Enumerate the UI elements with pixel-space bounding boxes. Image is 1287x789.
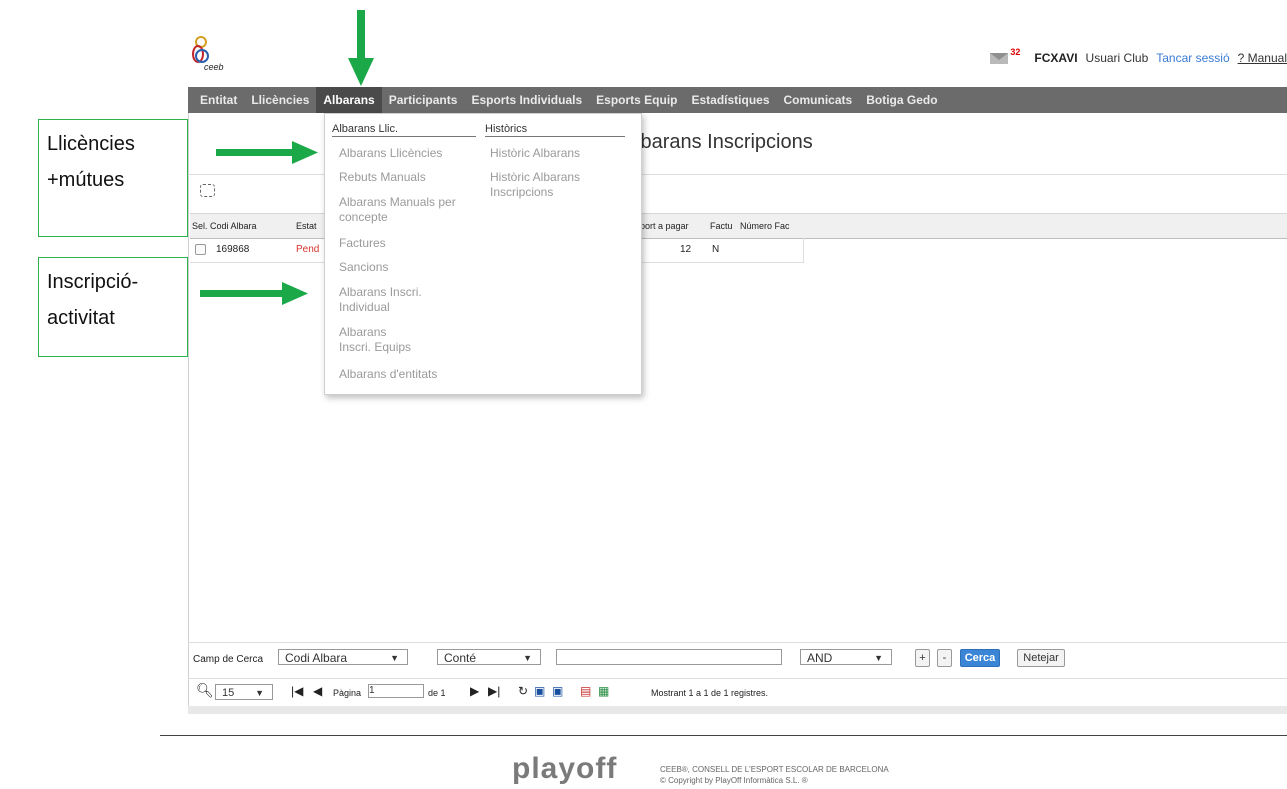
mail-count-badge: 32 (1010, 47, 1021, 57)
menu-item-albarans-llicencies[interactable]: Albarans Llicències (339, 146, 442, 161)
nav-item-esports-individuals[interactable]: Esports Individuals (464, 87, 589, 113)
next-page-icon[interactable]: ▶ (470, 684, 479, 698)
page-size-value: 15 (222, 687, 235, 699)
col-codi-albara[interactable]: Codi Albara (210, 214, 257, 238)
chevron-down-icon: ▼ (390, 653, 399, 663)
refresh-icon[interactable]: ↻ (518, 684, 528, 698)
menu-item-factures[interactable]: Factures (339, 236, 386, 251)
main-nav: Entitat Llicències Albarans Participants… (188, 87, 1287, 113)
annotation-arrow-down (348, 10, 374, 86)
row-checkbox[interactable] (195, 244, 206, 255)
save-icon[interactable]: ▣ (534, 684, 545, 698)
search-operator-select[interactable]: Conté ▼ (437, 649, 541, 665)
user-header: 32 FCXAVI Usuari Club Tancar sessió ? Ma… (990, 47, 1287, 66)
save-as-icon[interactable]: ▣ (552, 684, 563, 698)
playoff-logo: playoff (512, 752, 618, 785)
chevron-down-icon: ▼ (523, 653, 532, 663)
user-role: Usuari Club (1085, 51, 1149, 65)
user-code: FCXAVI (1034, 51, 1078, 65)
search-input[interactable] (556, 649, 782, 665)
mail-icon[interactable] (990, 52, 1009, 64)
nav-item-botiga-gedo[interactable]: Botiga Gedo (859, 87, 944, 113)
chevron-down-icon: ▼ (874, 653, 883, 663)
pdf-icon[interactable]: ▤ (580, 684, 591, 698)
search-operator-value: Conté (444, 651, 477, 665)
ceeb-logo[interactable]: ceeb (188, 34, 238, 74)
menu-item-albarans-inscri-equips[interactable]: Albarans Inscri. Equips (339, 325, 419, 355)
menu-header-albarans-llic: Albarans Llic. (332, 123, 476, 137)
footer-divider (160, 735, 1287, 736)
search-icon[interactable]: 🔍︎ (196, 682, 214, 699)
menu-item-historic-albarans[interactable]: Històric Albarans (490, 146, 580, 161)
page-label: Pàgina (333, 688, 362, 698)
col-import[interactable]: port a pagar (640, 214, 689, 238)
nav-item-llicencies[interactable]: Llicències (244, 87, 316, 113)
search-label: Camp de Cerca (193, 654, 264, 665)
manual-link[interactable]: ? Manual (1238, 51, 1287, 65)
remove-condition-button[interactable]: - (937, 649, 952, 667)
search-field-value: Codi Albara (285, 651, 348, 665)
search-logic-value: AND (807, 651, 833, 665)
excel-icon[interactable]: ▦ (598, 684, 609, 698)
select-icon[interactable] (200, 184, 215, 197)
page-number-input[interactable]: 1 (368, 684, 424, 698)
prev-page-icon[interactable]: ◀ (313, 684, 322, 698)
nav-item-entitat[interactable]: Entitat (188, 87, 244, 113)
nav-item-participants[interactable]: Participants (382, 87, 465, 113)
cell-codi: 169868 (216, 244, 250, 255)
col-factu[interactable]: Factu (710, 214, 733, 238)
albarans-dropdown-menu: Albarans Llic. Albarans Llicències Rebut… (324, 113, 642, 395)
nav-item-albarans[interactable]: Albarans (316, 87, 382, 113)
menu-item-sancions[interactable]: Sancions (339, 260, 388, 275)
menu-item-albarans-inscri-individual[interactable]: Albarans Inscri. Individual (339, 285, 439, 315)
clear-button[interactable]: Netejar (1017, 649, 1065, 667)
add-condition-button[interactable]: + (915, 649, 930, 667)
nav-item-estadistiques[interactable]: Estadístiques (684, 87, 776, 113)
pager: 🔍︎ 15 ▼ |◀ ◀ Pàgina 1 de 1 ▶ ▶| ↻ ▣ ▣ ▤ ▦… (188, 678, 1287, 708)
annotation-box-inscripcio: Inscripció-activitat (38, 257, 188, 357)
page-number-value: 1 (369, 685, 375, 696)
annotation-arrow-right-2 (200, 282, 308, 305)
cell-estat: Pend (296, 244, 320, 255)
col-numero-fac[interactable]: Número Fac (740, 214, 790, 238)
menu-item-albarans-manuals-concepte[interactable]: Albarans Manuals per concepte (339, 195, 479, 225)
records-status: Mostrant 1 a 1 de 1 registres. (651, 688, 769, 698)
logout-link[interactable]: Tancar sessió (1156, 51, 1229, 65)
menu-header-historics: Històrics (485, 123, 625, 137)
nav-item-comunicats[interactable]: Comunicats (777, 87, 860, 113)
footer-line2[interactable]: © Copyright by PlayOff Informàtica S.L. … (660, 776, 808, 785)
cell-factu: N (712, 244, 720, 255)
first-page-icon[interactable]: |◀ (291, 684, 303, 698)
cell-import: 12 (680, 244, 692, 255)
logo-text: ceeb (204, 62, 224, 72)
search-bar: Camp de Cerca Codi Albara ▼ Conté ▼ AND ▼ +… (188, 642, 1287, 675)
search-field-select[interactable]: Codi Albara ▼ (278, 649, 408, 665)
chevron-down-icon: ▼ (255, 688, 264, 698)
menu-item-albarans-entitats[interactable]: Albarans d'entitats (339, 367, 437, 382)
page-size-select[interactable]: 15 ▼ (215, 684, 273, 700)
footer-line1: CEEB®, CONSELL DE L'ESPORT ESCOLAR DE BA… (660, 765, 889, 774)
col-estat[interactable]: Estat (296, 214, 317, 238)
search-logic-select[interactable]: AND ▼ (800, 649, 892, 665)
nav-item-esports-equip[interactable]: Esports Equip (589, 87, 684, 113)
annotation-box-llicencies: Llicències +mútues (38, 119, 188, 237)
annotation-arrow-right-1 (216, 141, 318, 164)
page-title: lbarans Inscripcions (636, 131, 813, 153)
menu-item-historic-albarans-inscripcions[interactable]: Històric Albarans Inscripcions (490, 170, 610, 200)
menu-item-rebuts-manuals[interactable]: Rebuts Manuals (339, 170, 426, 185)
page-count: de 1 (428, 688, 446, 698)
col-sel[interactable]: Sel. (192, 214, 208, 238)
resize-handle[interactable] (188, 706, 1287, 714)
search-button[interactable]: Cerca (960, 649, 1000, 667)
last-page-icon[interactable]: ▶| (488, 684, 500, 698)
